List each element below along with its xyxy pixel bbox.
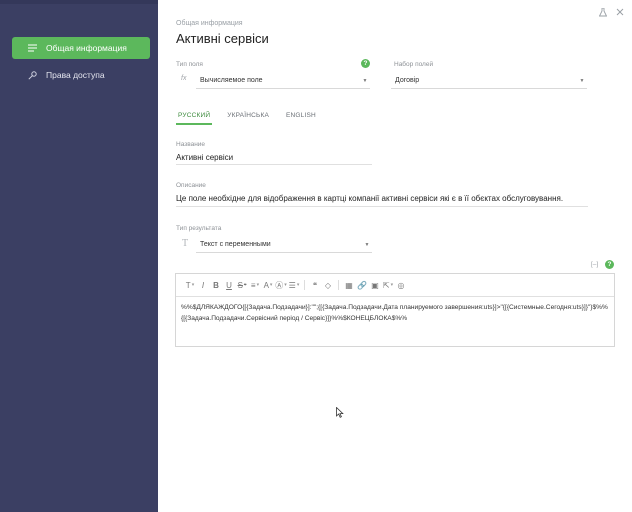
list-icon	[23, 44, 41, 52]
text-type-icon: T	[182, 238, 189, 249]
list-button[interactable]: ☰	[288, 278, 300, 292]
editor-toolbar: T I B U S ≡ A Ⓐ ☰ ❝ ◇ ▦ 🔗 ▣ ⇱ ◎	[176, 274, 614, 297]
source-button[interactable]: ◎	[395, 278, 407, 292]
field-set-select[interactable]: Договір ▼	[391, 73, 587, 89]
tab-english[interactable]: ENGLISH	[284, 110, 318, 125]
sidebar-topband	[0, 0, 158, 4]
image-button[interactable]: ▣	[369, 278, 381, 292]
help-icon[interactable]: ?	[361, 59, 370, 68]
underline-button[interactable]: U	[223, 278, 235, 292]
key-icon	[23, 70, 41, 80]
quote-button[interactable]: ❝	[309, 278, 321, 292]
expand-toggle[interactable]: [–]	[591, 261, 598, 268]
field-type-label: Тип поля	[176, 61, 203, 68]
sidebar-item-label: Общая информация	[46, 43, 127, 53]
sidebar-item-label: Права доступа	[46, 70, 105, 80]
toolbar-divider	[338, 280, 339, 290]
help-icon[interactable]: ?	[605, 260, 614, 269]
name-label: Название	[176, 141, 206, 148]
toolbar-divider	[304, 280, 305, 290]
formula-icon: fx	[181, 75, 187, 82]
align-button[interactable]: ≡	[249, 278, 261, 292]
highlight-button[interactable]: Ⓐ	[275, 278, 287, 292]
language-tabs: РУССКИЙ УКРАЇНСЬКА ENGLISH	[176, 110, 318, 125]
flask-icon[interactable]	[598, 7, 608, 19]
breadcrumb: Общая информация	[176, 20, 243, 27]
field-set-value: Договір	[395, 77, 420, 84]
chevron-down-icon: ▼	[364, 241, 370, 248]
sidebar-item-access-rights[interactable]: Права доступа	[12, 64, 150, 86]
result-type-value: Текст с переменными	[200, 241, 271, 248]
modal-content: Общая информация Активні сервіси Тип пол…	[158, 0, 632, 512]
insert-button[interactable]: ⇱	[382, 278, 394, 292]
chevron-down-icon: ▼	[362, 77, 368, 84]
modal-sidebar: Общая информация Права доступа	[0, 0, 158, 512]
field-type-select[interactable]: Вычисляемое поле ▼	[196, 73, 370, 89]
strikethrough-button[interactable]: S	[236, 278, 248, 292]
description-field[interactable]: Це поле необхідне для відображення в кар…	[176, 194, 588, 207]
result-type-select[interactable]: Текст с переменными ▼	[196, 237, 372, 253]
bold-button[interactable]: B	[210, 278, 222, 292]
sidebar-item-general-info[interactable]: Общая информация	[12, 37, 150, 59]
tab-russian[interactable]: РУССКИЙ	[176, 110, 213, 125]
field-set-label: Набор полей	[394, 61, 434, 68]
description-label: Описание	[176, 182, 206, 189]
mouse-cursor-icon	[336, 406, 344, 421]
eraser-button[interactable]: ◇	[322, 278, 334, 292]
link-button[interactable]: 🔗	[356, 278, 368, 292]
name-field[interactable]: Активні сервіси	[176, 153, 372, 165]
tab-ukrainian[interactable]: УКРАЇНСЬКА	[225, 110, 271, 125]
chevron-down-icon: ▼	[579, 77, 585, 84]
close-icon[interactable]	[616, 8, 624, 19]
window-controls	[598, 7, 624, 19]
page-title: Активні сервіси	[176, 31, 269, 46]
editor-content[interactable]: %%$ДЛЯКАЖДОГО{[{Задача.Подзадачи}]:"";{[…	[176, 297, 614, 329]
result-type-label: Тип результата	[176, 225, 222, 232]
italic-button[interactable]: I	[197, 278, 209, 292]
rich-text-editor: T I B U S ≡ A Ⓐ ☰ ❝ ◇ ▦ 🔗 ▣ ⇱ ◎ %%$ДЛЯКА…	[175, 273, 615, 347]
table-button[interactable]: ▦	[343, 278, 355, 292]
text-style-button[interactable]: T	[184, 278, 196, 292]
font-color-button[interactable]: A	[262, 278, 274, 292]
field-type-value: Вычисляемое поле	[200, 77, 263, 84]
